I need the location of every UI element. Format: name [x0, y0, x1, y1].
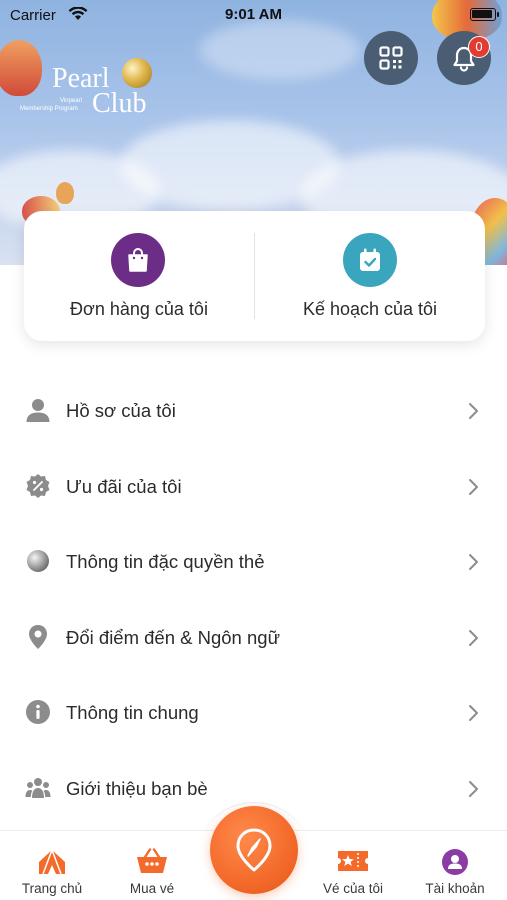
logo-subtitle-program: Membership Program — [20, 106, 78, 112]
nav-my-tickets-label: Vé của tôi — [322, 881, 384, 896]
info-icon — [26, 700, 50, 724]
nav-my-tickets[interactable]: Vé của tôi — [308, 831, 398, 900]
logo-subtitle-brand: Vinpearl — [60, 98, 82, 104]
explore-pin-icon — [236, 828, 272, 872]
account-menu: Hồ sơ của tôi Ưu đãi của tôi Thông tin đ… — [0, 374, 507, 827]
menu-item-label: Ưu đãi của tôi — [66, 475, 182, 497]
status-bar: Carrier 9:01 AM — [0, 0, 507, 32]
menu-item-label: Hồ sơ của tôi — [66, 400, 176, 421]
qr-code-icon — [379, 46, 403, 70]
logo-word-club: Club — [92, 88, 147, 119]
balloon-decoration — [56, 182, 74, 204]
my-orders-icon-circle — [111, 233, 165, 287]
home-tent-icon — [39, 849, 65, 875]
explore-button[interactable] — [210, 806, 298, 894]
nav-account[interactable]: Tài khoản — [410, 831, 500, 900]
menu-item-profile[interactable]: Hồ sơ của tôi — [0, 374, 507, 450]
clock: 9:01 AM — [225, 6, 282, 23]
nav-account-label: Tài khoản — [425, 881, 485, 896]
menu-item-general-info[interactable]: Thông tin chung — [0, 676, 507, 752]
battery-icon — [470, 8, 499, 21]
menu-item-card-privileges[interactable]: Thông tin đặc quyền thẻ — [0, 525, 507, 601]
nav-home-label: Trang chủ — [21, 881, 83, 896]
menu-item-destination-language[interactable]: Đổi điểm đến & Ngôn ngữ — [0, 601, 507, 677]
ticket-icon — [338, 851, 368, 871]
person-icon — [26, 399, 50, 422]
chevron-right-icon — [469, 478, 478, 495]
location-pin-icon — [29, 624, 47, 649]
shopping-bag-icon — [128, 248, 148, 272]
chevron-right-icon — [469, 554, 478, 570]
menu-item-label: Thông tin đặc quyền thẻ — [66, 551, 265, 572]
my-orders-label: Đơn hàng của tôi — [70, 299, 208, 319]
calendar-check-icon — [360, 248, 380, 271]
menu-item-label: Giới thiệu bạn bè — [66, 777, 208, 799]
group-icon — [25, 777, 51, 798]
my-plans-button[interactable]: Kế hoạch của tôi — [255, 211, 485, 341]
menu-item-label: Đổi điểm đến & Ngôn ngữ — [66, 626, 280, 648]
chevron-right-icon — [469, 629, 478, 646]
account-icon — [442, 849, 468, 875]
nav-buy-tickets-label: Mua vé — [129, 881, 175, 896]
my-plans-icon-circle — [343, 233, 397, 287]
chevron-right-icon — [469, 705, 478, 721]
my-orders-button[interactable]: Đơn hàng của tôi — [24, 211, 254, 341]
pearl-icon — [122, 58, 152, 88]
chevron-right-icon — [469, 403, 478, 419]
chevron-right-icon — [469, 780, 478, 797]
discount-badge-icon — [26, 473, 50, 498]
menu-item-label: Thông tin chung — [66, 702, 199, 723]
basket-icon — [137, 848, 167, 873]
quick-actions-card: Đơn hàng của tôi Kế hoạch của tôi — [24, 211, 485, 341]
qr-scan-button[interactable] — [364, 31, 418, 85]
notification-count-badge: 0 — [468, 36, 490, 58]
nav-buy-tickets[interactable]: Mua vé — [107, 831, 197, 900]
nav-home[interactable]: Trang chủ — [7, 831, 97, 900]
my-plans-label: Kế hoạch của tôi — [302, 299, 438, 319]
menu-item-offers[interactable]: Ưu đãi của tôi — [0, 450, 507, 526]
pearl-club-logo: Pearl Club Vinpearl Membership Program — [20, 58, 160, 122]
pearl-card-icon — [27, 550, 49, 572]
